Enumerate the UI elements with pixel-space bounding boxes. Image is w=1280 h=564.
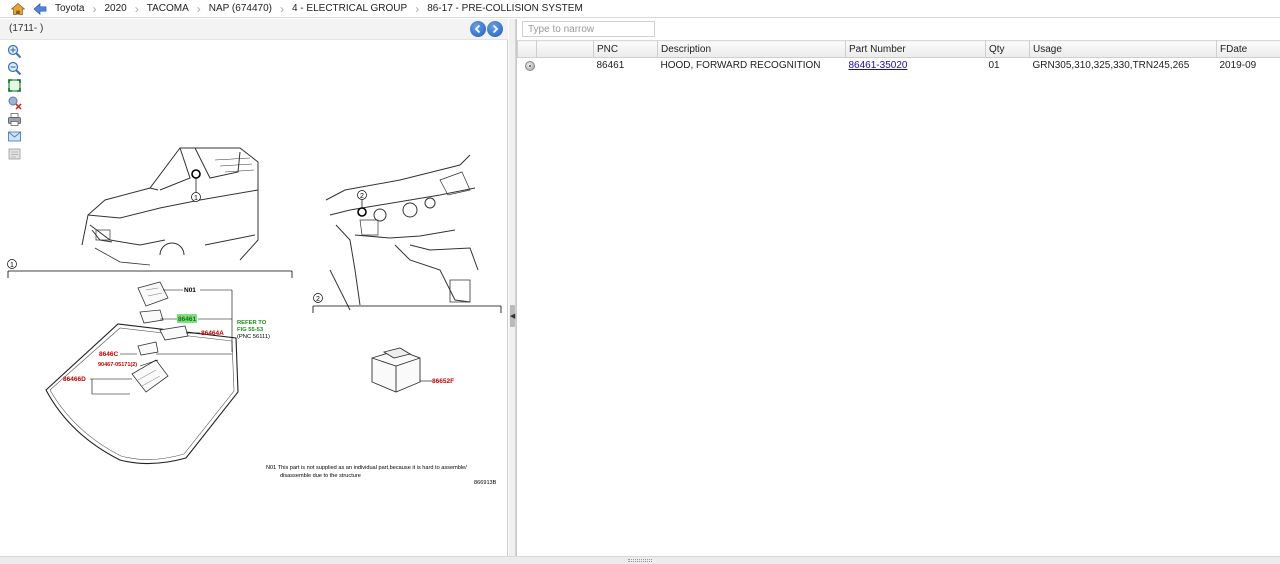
print-icon[interactable]: [5, 111, 23, 128]
part-label-86461: 86461: [178, 316, 196, 323]
email-icon[interactable]: [5, 128, 23, 145]
parts-table: PNC Description Part Number Qty Usage FD…: [517, 40, 1280, 74]
row-blank-cell: [537, 58, 594, 74]
breadcrumb-make[interactable]: Toyota: [55, 3, 84, 14]
callout-2-label: 2: [360, 193, 364, 200]
fdate-cell: 2019-09: [1219, 60, 1257, 72]
part-number-cell: 86461-35020: [846, 58, 986, 74]
vehicle-interior-sketch: [325, 154, 479, 311]
pnc-cell: 86461: [596, 60, 625, 72]
table-row[interactable]: 86461 HOOD, FORWARD RECOGNITION 86461-35…: [518, 58, 1280, 74]
breadcrumb-group[interactable]: 4 - ELECTRICAL GROUP: [292, 3, 407, 14]
breadcrumb-section: 86-17 - PRE-COLLISION SYSTEM: [427, 3, 583, 14]
status-bar: [0, 556, 1280, 564]
breadcrumb-separator: ›: [134, 1, 139, 16]
column-header-part-number[interactable]: Part Number: [845, 40, 986, 58]
clear-highlight-icon[interactable]: [5, 94, 23, 111]
column-header-blank[interactable]: [536, 40, 594, 58]
section-2-label: 2: [316, 296, 320, 303]
figure-label: (1711- ): [9, 23, 44, 34]
illustration-toolbar: [5, 43, 25, 162]
part-label-8646c: 8646C: [99, 351, 118, 358]
collapse-handle[interactable]: ◀: [510, 305, 515, 327]
previous-figure-button[interactable]: [470, 21, 486, 37]
section-2-detail: 2 86652F: [312, 293, 502, 393]
refer-line-3: (PNC 56111): [237, 334, 270, 340]
arrow-right-icon: [492, 24, 499, 34]
part-label-86652f: 86652F: [432, 378, 454, 385]
copy-icon[interactable]: [5, 145, 23, 162]
breadcrumb-model[interactable]: TACOMA: [147, 3, 189, 14]
part-label-86466d: 86466D: [63, 376, 86, 383]
callout-2-marker: 2: [357, 190, 367, 217]
breadcrumb-catalog[interactable]: NAP (674470): [209, 3, 272, 14]
part-label-n01: N01: [184, 287, 196, 294]
part-label-90467: 90467-05171(2): [98, 362, 137, 368]
fit-to-screen-icon[interactable]: [5, 77, 23, 94]
part-label-86464a: 86464A: [201, 330, 224, 337]
table-header-row: PNC Description Part Number Qty Usage FD…: [517, 40, 1280, 58]
breadcrumb-separator: ›: [279, 1, 284, 16]
row-select-cell[interactable]: [518, 58, 537, 74]
parts-illustration[interactable]: 1 2 1 N01 86461 86464A 8646C 90467-05171…: [0, 40, 508, 556]
back-arrow-icon[interactable]: [31, 1, 49, 17]
column-header-pnc[interactable]: PNC: [593, 40, 658, 58]
breadcrumb-separator: ›: [196, 1, 201, 16]
pane-splitter[interactable]: ◀: [509, 19, 516, 556]
column-header-usage[interactable]: Usage: [1029, 40, 1217, 58]
chevron-left-icon: ◀: [509, 312, 516, 320]
filter-input[interactable]: [522, 21, 655, 37]
refer-line-1: REFER TO: [237, 320, 267, 326]
diagram-note-line-1: N01 This part is not supplied as an indi…: [266, 465, 467, 471]
illustration-panel: (1711- ) 1 2 1 N01 86461 86464A 8646C 90…: [0, 19, 508, 556]
column-header-qty[interactable]: Qty: [985, 40, 1030, 58]
column-header-select[interactable]: [517, 40, 537, 58]
zoom-out-icon[interactable]: [5, 60, 23, 77]
callout-1-marker: 1: [191, 169, 201, 202]
row-detail-icon[interactable]: [524, 60, 535, 71]
column-header-description[interactable]: Description: [657, 40, 846, 58]
qty-cell: 01: [988, 60, 1000, 72]
home-icon[interactable]: [9, 1, 27, 17]
figure-id: 866913B: [474, 480, 497, 486]
vehicle-exterior-sketch: [81, 147, 259, 266]
breadcrumb: Toyota › 2020 › TACOMA › NAP (674470) › …: [0, 0, 1280, 18]
arrow-left-icon: [474, 24, 481, 34]
breadcrumb-separator: ›: [415, 1, 420, 16]
breadcrumb-year[interactable]: 2020: [104, 3, 126, 14]
column-header-fdate[interactable]: FDate: [1216, 40, 1280, 58]
parts-list-panel: PNC Description Part Number Qty Usage FD…: [516, 19, 1280, 556]
part-number-link[interactable]: 86461-35020: [849, 60, 908, 71]
resize-grip[interactable]: [628, 559, 652, 562]
breadcrumb-separator: ›: [92, 1, 97, 16]
usage-cell: GRN305,310,325,330,TRN245,265: [1032, 60, 1190, 72]
callout-1-label: 1: [194, 195, 198, 202]
next-figure-button[interactable]: [487, 21, 503, 37]
section-1-detail: 1 N01 86461 86464A 8646C 90467-05171(2) …: [7, 259, 293, 465]
description-cell: HOOD, FORWARD RECOGNITION: [660, 60, 821, 72]
illustration-header: (1711- ): [0, 19, 508, 40]
section-1-label: 1: [10, 262, 14, 269]
diagram-note-line-2: disassemble due to the structure: [280, 473, 361, 479]
zoom-in-icon[interactable]: [5, 43, 23, 60]
refer-line-2: FIG 55-53: [237, 327, 264, 333]
